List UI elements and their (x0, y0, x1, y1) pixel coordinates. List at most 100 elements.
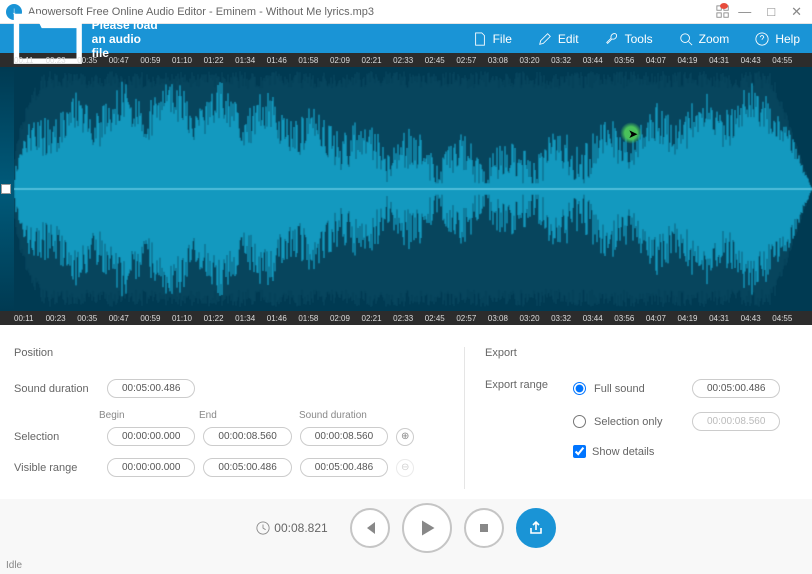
export-button[interactable] (516, 508, 556, 548)
playback-time: 00:08.821 (256, 521, 327, 535)
sound-duration-label: Sound duration (14, 383, 99, 395)
ruler-tick: 03:44 (583, 314, 615, 323)
ruler-tick: 01:22 (204, 56, 236, 65)
ruler-tick: 04:55 (772, 314, 804, 323)
ruler-tick: 04:43 (741, 314, 773, 323)
end-header: End (199, 410, 291, 421)
stop-button[interactable] (464, 508, 504, 548)
ruler-tick: 02:33 (393, 314, 425, 323)
close-button[interactable]: ✕ (787, 4, 806, 20)
visible-duration: 00:05:00.486 (300, 458, 388, 477)
ruler-tick: 00:59 (140, 314, 172, 323)
selection-end[interactable]: 00:00:08.560 (203, 427, 291, 446)
sd-header: Sound duration (299, 410, 391, 421)
playback-bar: 00:08.821 (0, 500, 812, 556)
ruler-tick: 03:08 (488, 56, 520, 65)
ruler-tick: 00:35 (77, 314, 109, 323)
visible-begin[interactable]: 00:00:00.000 (107, 458, 195, 477)
ruler-tick: 03:08 (488, 314, 520, 323)
waveform-display[interactable]: ➤ (0, 67, 812, 311)
menu-tools[interactable]: Tools (605, 32, 653, 46)
ruler-tick: 03:32 (551, 56, 583, 65)
ruler-tick: 02:57 (456, 314, 488, 323)
timeline-ruler-bottom[interactable]: 00:1100:2300:3500:4700:5901:1001:2201:34… (0, 311, 812, 325)
ruler-tick: 02:45 (425, 56, 457, 65)
wrench-icon (605, 32, 619, 46)
ruler-tick: 00:11 (14, 314, 46, 323)
ruler-tick: 00:11 (14, 56, 46, 65)
ruler-tick: 03:44 (583, 56, 615, 65)
export-range-label: Export range (485, 379, 555, 391)
notifications-icon[interactable] (712, 5, 726, 19)
selection-duration: 00:00:08.560 (300, 427, 388, 446)
sound-duration-value: 00:05:00.486 (107, 379, 195, 398)
ruler-tick: 03:56 (614, 314, 646, 323)
ruler-tick: 03:20 (520, 56, 552, 65)
file-icon (473, 32, 487, 46)
ruler-tick: 01:34 (235, 56, 267, 65)
ruler-tick: 01:10 (172, 314, 204, 323)
load-prompt: Please load an audio file (92, 18, 160, 60)
menu-help[interactable]: Help (755, 32, 800, 46)
minimize-button[interactable]: — (734, 4, 755, 19)
ruler-tick: 02:21 (362, 314, 394, 323)
ruler-tick: 01:10 (172, 56, 204, 65)
ruler-tick: 01:58 (298, 56, 330, 65)
play-button[interactable] (402, 503, 452, 553)
selection-begin[interactable]: 00:00:00.000 (107, 427, 195, 446)
ruler-tick: 02:09 (330, 314, 362, 323)
maximize-button[interactable]: □ (763, 4, 779, 19)
menu-zoom[interactable]: Zoom (679, 32, 730, 46)
zoom-in-selection-button[interactable]: ⊕ (396, 428, 414, 446)
ruler-tick: 01:34 (235, 314, 267, 323)
ruler-tick: 02:21 (362, 56, 394, 65)
zoom-out-button[interactable]: ⊖ (396, 459, 414, 477)
pencil-icon (538, 32, 552, 46)
export-heading: Export (485, 347, 798, 359)
main-toolbar: Please load an audio file File Edit Tool… (0, 24, 812, 53)
visible-range-label: Visible range (14, 462, 99, 474)
ruler-tick: 01:22 (204, 314, 236, 323)
ruler-tick: 04:07 (646, 314, 678, 323)
info-panel: Position Sound duration 00:05:00.486 Beg… (0, 325, 812, 499)
ruler-tick: 04:19 (677, 314, 709, 323)
cursor-arrow-icon: ➤ (628, 127, 638, 141)
full-sound-label: Full sound (594, 383, 684, 395)
selection-only-radio[interactable] (573, 415, 586, 428)
ruler-tick: 03:56 (614, 56, 646, 65)
selection-start-handle[interactable] (0, 67, 14, 311)
ruler-tick: 00:47 (109, 56, 141, 65)
handle-grip-icon (1, 184, 11, 194)
ruler-tick: 03:20 (520, 314, 552, 323)
clock-icon (256, 521, 270, 535)
menu-file[interactable]: File (473, 32, 512, 46)
ruler-tick: 00:47 (109, 314, 141, 323)
selection-label: Selection (14, 431, 99, 443)
ruler-tick: 02:33 (393, 56, 425, 65)
status-text: Idle (6, 560, 22, 571)
visible-end[interactable]: 00:05:00.486 (203, 458, 291, 477)
ruler-tick: 02:57 (456, 56, 488, 65)
full-sound-radio[interactable] (573, 382, 586, 395)
ruler-tick: 00:23 (46, 314, 78, 323)
show-details-checkbox[interactable] (573, 445, 586, 458)
menu-edit[interactable]: Edit (538, 32, 579, 46)
begin-header: Begin (99, 410, 191, 421)
ruler-tick: 02:09 (330, 56, 362, 65)
ruler-tick: 04:31 (709, 56, 741, 65)
ruler-tick: 00:59 (140, 56, 172, 65)
selection-only-value: 00:00:08.560 (692, 412, 780, 431)
position-heading: Position (14, 347, 444, 359)
ruler-tick: 03:32 (551, 314, 583, 323)
magnifier-icon (679, 32, 693, 46)
help-icon (755, 32, 769, 46)
show-details-label: Show details (592, 446, 654, 458)
ruler-tick: 04:07 (646, 56, 678, 65)
skip-start-button[interactable] (350, 508, 390, 548)
ruler-tick: 01:46 (267, 314, 299, 323)
ruler-tick: 01:46 (267, 56, 299, 65)
ruler-tick: 01:58 (298, 314, 330, 323)
ruler-tick: 04:31 (709, 314, 741, 323)
ruler-tick: 00:23 (46, 56, 78, 65)
full-sound-value: 00:05:00.486 (692, 379, 780, 398)
